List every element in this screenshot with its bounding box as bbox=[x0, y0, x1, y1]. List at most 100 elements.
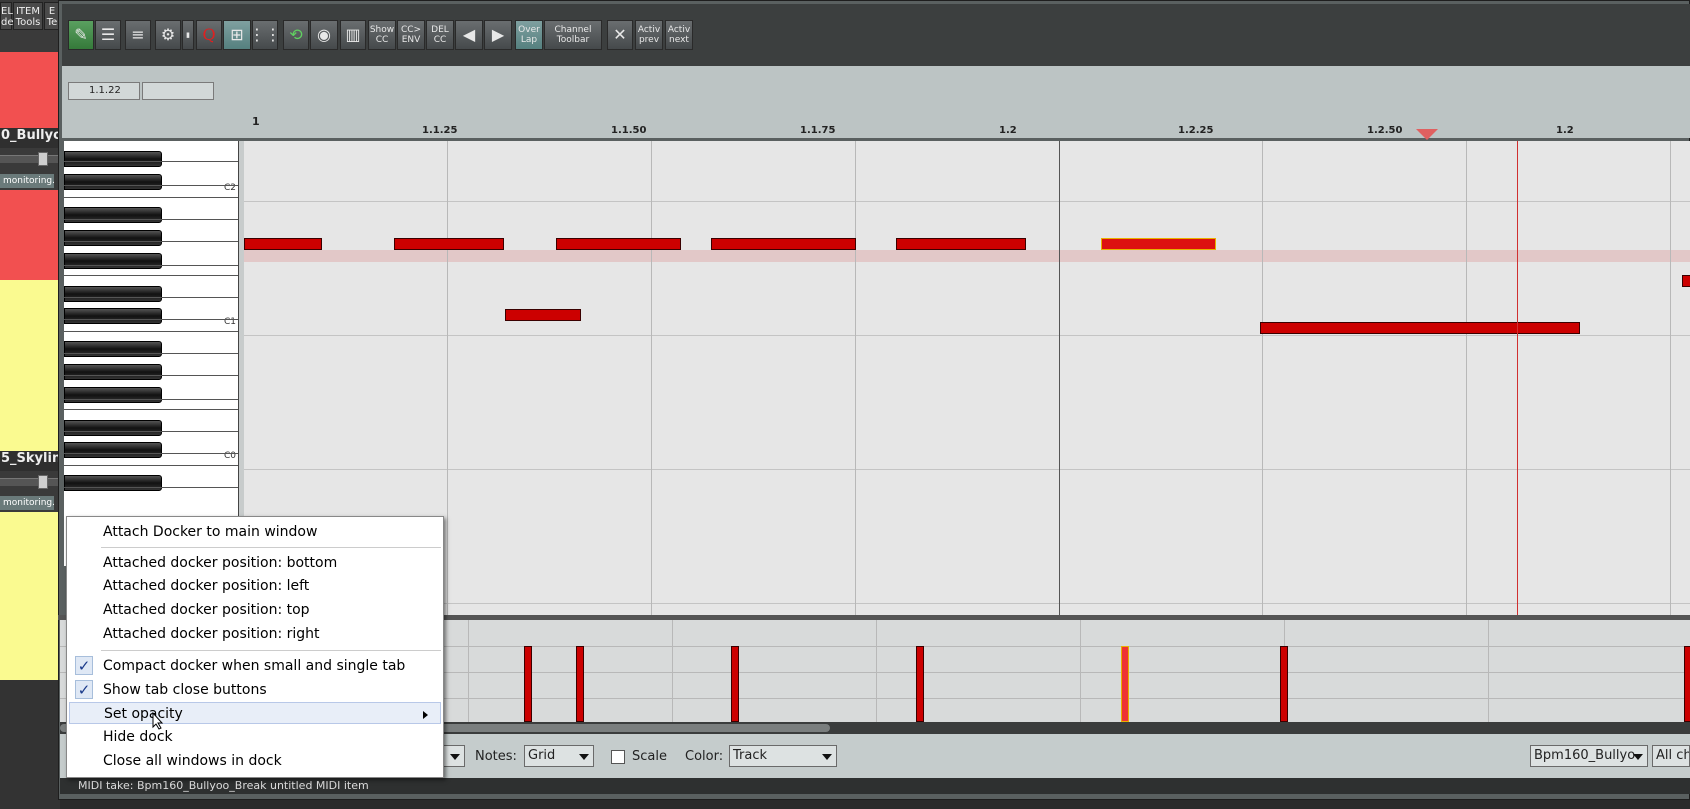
tab-item-tools-label: ITEM Tools bbox=[15, 6, 41, 28]
velocity-bar[interactable] bbox=[524, 646, 532, 722]
align-button[interactable]: ≡ bbox=[125, 20, 151, 50]
drum-button[interactable]: ◉ bbox=[310, 20, 338, 50]
velocity-bar[interactable] bbox=[731, 646, 739, 722]
length-field[interactable] bbox=[142, 82, 214, 100]
black-key[interactable] bbox=[64, 253, 162, 269]
item-tools-button[interactable]: ⚙ bbox=[155, 20, 181, 50]
black-key[interactable] bbox=[64, 174, 162, 190]
toolbar-tab-item-tools[interactable]: ITEM Tools bbox=[13, 2, 43, 30]
ruler-label: 1.1.50 bbox=[611, 125, 647, 136]
menu-item-compact-docker[interactable]: ✓ Compact docker when small and single ta… bbox=[69, 655, 441, 677]
scale-checkbox[interactable] bbox=[611, 750, 625, 764]
velocity-bar[interactable] bbox=[1684, 646, 1690, 722]
chevron-down-icon bbox=[450, 754, 460, 760]
arrow-left-icon: ◀ bbox=[462, 25, 476, 44]
track1-volume-slider[interactable] bbox=[0, 152, 60, 166]
cc-vline bbox=[468, 620, 469, 722]
black-key[interactable] bbox=[64, 387, 162, 403]
midi-note[interactable] bbox=[556, 238, 681, 250]
menu-separator bbox=[101, 547, 441, 548]
velocity-bar[interactable] bbox=[1280, 646, 1288, 722]
key-divider bbox=[64, 399, 238, 400]
quantize-icon: Q bbox=[202, 25, 216, 44]
channel-toolbar-button[interactable]: Channel Toolbar bbox=[544, 20, 602, 50]
track1-volume-knob[interactable] bbox=[38, 152, 48, 166]
key-divider bbox=[64, 185, 238, 186]
loop-button[interactable]: ⟲ bbox=[283, 20, 309, 50]
timeline-ruler[interactable]: 1 1.1.25 1.1.50 1.1.75 1.2 1.2.25 1.2.50… bbox=[62, 112, 1690, 140]
insert-note-button[interactable]: ✎ bbox=[68, 20, 94, 50]
midi-note[interactable] bbox=[394, 238, 504, 250]
track2-volume-knob[interactable] bbox=[38, 475, 48, 489]
black-key[interactable] bbox=[64, 286, 162, 302]
midi-note[interactable] bbox=[244, 238, 322, 250]
hidden-dropdown[interactable] bbox=[443, 745, 465, 767]
velocity-bar-selected[interactable] bbox=[1121, 646, 1129, 722]
midi-note-selected[interactable] bbox=[1101, 238, 1216, 250]
menu-item-position-bottom[interactable]: Attached docker position: bottom bbox=[69, 552, 441, 574]
menu-item-position-right[interactable]: Attached docker position: right bbox=[69, 623, 441, 645]
black-key[interactable] bbox=[64, 341, 162, 357]
grid-button[interactable]: ⋮⋮ bbox=[249, 20, 281, 50]
piano-view-button[interactable]: ▥ bbox=[340, 20, 366, 50]
piano-keyboard[interactable]: C2 C1 C0 bbox=[64, 141, 239, 566]
track2-monitoring[interactable]: monitoring. bbox=[0, 496, 54, 510]
show-cc-button[interactable]: Show CC bbox=[368, 20, 396, 50]
black-key[interactable] bbox=[64, 207, 162, 223]
velocity-bar[interactable] bbox=[576, 646, 584, 722]
midi-note[interactable] bbox=[896, 238, 1026, 250]
previous-button[interactable]: ◀ bbox=[455, 20, 483, 50]
black-key[interactable] bbox=[64, 364, 162, 380]
activ-prev-button[interactable]: Activ prev bbox=[635, 20, 663, 50]
menu-item-position-top[interactable]: Attached docker position: top bbox=[69, 599, 441, 621]
key-divider bbox=[64, 375, 238, 376]
menu-item-set-opacity[interactable]: Set opacity bbox=[69, 702, 441, 724]
key-divider bbox=[64, 297, 238, 298]
playhead-marker[interactable] bbox=[1416, 129, 1438, 140]
black-key[interactable] bbox=[64, 308, 162, 324]
track2-volume-slider[interactable] bbox=[0, 475, 60, 489]
zoom-fit-button[interactable]: ✕ bbox=[607, 20, 633, 50]
track2-name[interactable]: 5_Skylin bbox=[0, 451, 60, 471]
overlap-button[interactable]: Over Lap bbox=[515, 20, 543, 50]
show-cc-label: Show CC bbox=[369, 25, 395, 45]
position-field[interactable]: 1.1.22 bbox=[68, 82, 140, 100]
menu-item-close-all[interactable]: Close all windows in dock bbox=[69, 750, 441, 772]
velocity-bar[interactable] bbox=[916, 646, 924, 722]
list-view-button[interactable]: ☰ bbox=[95, 20, 121, 50]
track1-monitoring[interactable]: monitoring. bbox=[0, 174, 54, 188]
color-dropdown[interactable]: Track bbox=[729, 745, 837, 767]
channel-dropdown[interactable]: All cha bbox=[1652, 745, 1690, 767]
grid-vline bbox=[447, 141, 448, 616]
midi-note[interactable] bbox=[1682, 275, 1690, 287]
midi-note[interactable] bbox=[1260, 322, 1580, 334]
activ-next-button[interactable]: Activ next bbox=[665, 20, 693, 50]
menu-item-hide-dock[interactable]: Hide dock bbox=[69, 726, 441, 748]
track1-name[interactable]: 0_Bullyo bbox=[0, 128, 60, 148]
next-button[interactable]: ▶ bbox=[484, 20, 512, 50]
black-key[interactable] bbox=[64, 420, 162, 436]
midi-note[interactable] bbox=[711, 238, 856, 250]
notes-dropdown[interactable]: Grid bbox=[524, 745, 594, 767]
tools-icon: ⚙ bbox=[160, 25, 176, 44]
piano-roll-grid[interactable] bbox=[244, 141, 1690, 616]
take-dropdown[interactable]: Bpm160_Bullyo bbox=[1530, 745, 1648, 767]
snap-button[interactable]: ⊞ bbox=[223, 20, 251, 50]
midi-note[interactable] bbox=[505, 309, 581, 321]
menu-item-attach-docker[interactable]: Attach Docker to main window bbox=[69, 521, 441, 543]
toolbar-tab-1[interactable]: EL de bbox=[0, 2, 14, 30]
cc-vline bbox=[1488, 620, 1489, 722]
list-icon: ☰ bbox=[100, 25, 116, 44]
menu-item-show-tab-close[interactable]: ✓ Show tab close buttons bbox=[69, 679, 441, 701]
menu-item-position-left[interactable]: Attached docker position: left bbox=[69, 575, 441, 597]
cc-env-button[interactable]: CC> ENV bbox=[397, 20, 425, 50]
lock-button[interactable]: ▮ bbox=[182, 20, 194, 50]
del-cc-button[interactable]: DEL CC bbox=[426, 20, 454, 50]
black-key[interactable] bbox=[64, 230, 162, 246]
black-key[interactable] bbox=[64, 475, 162, 491]
grid-hline bbox=[244, 603, 1690, 604]
black-key[interactable] bbox=[64, 442, 162, 458]
quantize-button[interactable]: Q bbox=[196, 20, 222, 50]
key-divider bbox=[64, 241, 238, 242]
black-key[interactable] bbox=[64, 151, 162, 167]
